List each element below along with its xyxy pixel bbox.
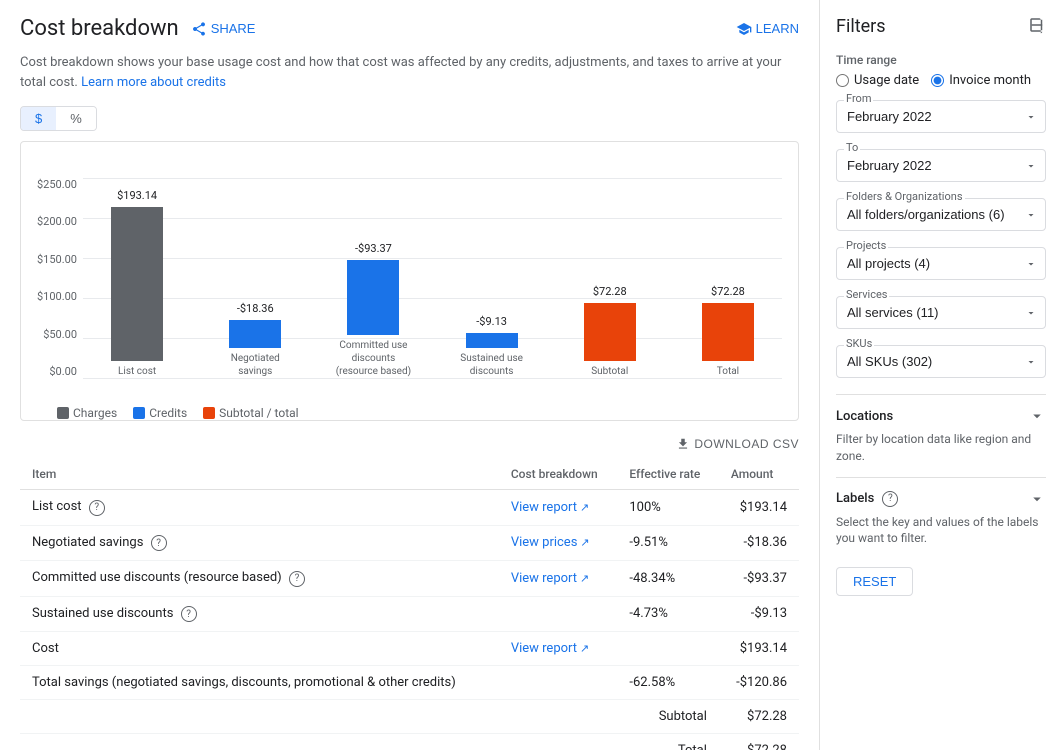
filters-title: Filters xyxy=(836,16,886,37)
header-left: Cost breakdown SHARE xyxy=(20,16,255,41)
view-report-link[interactable]: View report ↗ xyxy=(511,500,606,515)
time-range-section: Time range Usage date Invoice month From… xyxy=(836,53,1046,182)
labels-title: Labels xyxy=(836,491,874,506)
share-icon xyxy=(191,21,207,37)
table-row: Cost View report ↗ $193.14 xyxy=(20,632,799,666)
header: Cost breakdown SHARE LEARN xyxy=(20,16,799,41)
labels-section: Labels ? Select the key and values of th… xyxy=(836,477,1046,548)
from-wrapper: From February 2022 xyxy=(836,100,1046,133)
credits-link[interactable]: Learn more about credits xyxy=(81,75,226,90)
percent-toggle[interactable]: % xyxy=(56,107,96,130)
table-row: Total savings (negotiated savings, disco… xyxy=(20,666,799,700)
download-csv-button[interactable]: DOWNLOAD CSV xyxy=(676,437,799,451)
bar-committed: -$93.37 Committed use discounts (resourc… xyxy=(319,260,427,378)
to-select[interactable]: February 2022 xyxy=(836,149,1046,182)
table-row: Negotiated savings ? View prices ↗ -9.51… xyxy=(20,525,799,561)
learn-button[interactable]: LEARN xyxy=(736,21,799,37)
total-row: Total $72.28 xyxy=(20,734,799,750)
table-row: Sustained use discounts ? -4.73% -$9.13 xyxy=(20,596,799,632)
legend-charges: Charges xyxy=(57,406,117,420)
bar-list-cost: $193.14 List cost xyxy=(83,207,191,378)
toggle-group: $ % xyxy=(20,106,97,131)
bar-total: $72.28 Total xyxy=(674,303,782,378)
total-label: Total xyxy=(617,734,719,750)
share-label: SHARE xyxy=(211,21,256,36)
total-amount: $72.28 xyxy=(719,734,799,750)
external-link-icon: ↗ xyxy=(580,536,589,549)
locations-desc: Filter by location data like region and … xyxy=(836,431,1046,465)
col-breakdown: Cost breakdown xyxy=(499,459,618,490)
col-item: Item xyxy=(20,459,499,490)
services-label: Services xyxy=(844,288,889,301)
chart-inner: $193.14 List cost -$18.36 Negotiated sav… xyxy=(83,158,782,398)
download-icon xyxy=(676,437,690,451)
help-icon[interactable]: ? xyxy=(151,535,167,551)
bar-negotiated: -$18.36 Negotiated savings xyxy=(201,320,309,378)
chevron-down-icon xyxy=(1028,490,1046,508)
legend-subtotal: Subtotal / total xyxy=(203,406,298,420)
legend-credits: Credits xyxy=(133,406,187,420)
reset-button[interactable]: RESET xyxy=(836,567,913,596)
locations-title: Locations xyxy=(836,409,893,424)
help-icon[interactable]: ? xyxy=(289,571,305,587)
chart-area: $250.00 $200.00 $150.00 $100.00 $50.00 $… xyxy=(37,158,782,398)
subtotal-label: Subtotal xyxy=(617,700,719,734)
locations-section: Locations Filter by location data like r… xyxy=(836,394,1046,465)
y-axis: $250.00 $200.00 $150.00 $100.00 $50.00 $… xyxy=(37,178,83,378)
projects-wrapper: Projects All projects (4) xyxy=(836,247,1046,280)
dollar-toggle[interactable]: $ xyxy=(21,107,56,130)
learn-icon xyxy=(736,21,752,37)
download-row: DOWNLOAD CSV xyxy=(20,437,799,451)
from-label: From xyxy=(844,92,873,105)
view-report-link[interactable]: View report ↗ xyxy=(511,571,606,586)
col-amount: Amount xyxy=(719,459,799,490)
time-range-label: Time range xyxy=(836,53,1046,67)
table-row: List cost ? View report ↗ 100% $193.14 xyxy=(20,490,799,526)
external-link-icon: ↗ xyxy=(580,501,589,514)
view-report-link[interactable]: View report ↗ xyxy=(511,641,606,656)
table-row: Committed use discounts (resource based)… xyxy=(20,561,799,597)
skus-wrapper: SKUs All SKUs (302) xyxy=(836,345,1046,378)
filters-sidebar: Filters Time range Usage date Invoice mo… xyxy=(820,0,1062,750)
view-prices-link[interactable]: View prices ↗ xyxy=(511,535,606,550)
locations-header[interactable]: Locations xyxy=(836,407,1046,425)
collapse-icon xyxy=(1028,16,1046,34)
sidebar-header: Filters xyxy=(836,16,1046,37)
chart-container: $250.00 $200.00 $150.00 $100.00 $50.00 $… xyxy=(20,141,799,421)
share-button[interactable]: SHARE xyxy=(191,21,256,37)
bars-row: $193.14 List cost -$18.36 Negotiated sav… xyxy=(83,158,782,378)
subtotal-row: Subtotal $72.28 xyxy=(20,700,799,734)
help-icon[interactable]: ? xyxy=(181,606,197,622)
invoice-month-radio[interactable]: Invoice month xyxy=(931,73,1031,88)
services-wrapper: Services All services (11) xyxy=(836,296,1046,329)
to-label: To xyxy=(844,141,860,154)
page-title: Cost breakdown xyxy=(20,16,179,41)
main-content: Cost breakdown SHARE LEARN Cost breakdow… xyxy=(0,0,820,750)
external-link-icon: ↗ xyxy=(580,642,589,655)
collapse-sidebar-button[interactable] xyxy=(1028,16,1046,37)
to-wrapper: To February 2022 xyxy=(836,149,1046,182)
chart-legend: Charges Credits Subtotal / total xyxy=(37,406,782,420)
cost-table: Item Cost breakdown Effective rate Amoun… xyxy=(20,459,799,750)
folders-wrapper: Folders & Organizations All folders/orga… xyxy=(836,198,1046,231)
skus-label: SKUs xyxy=(844,337,874,350)
labels-desc: Select the key and values of the labels … xyxy=(836,514,1046,548)
bar-sustained: -$9.13 Sustained use discounts xyxy=(438,333,546,378)
usage-date-radio[interactable]: Usage date xyxy=(836,73,919,88)
subtotal-amount: $72.28 xyxy=(719,700,799,734)
description: Cost breakdown shows your base usage cos… xyxy=(20,53,799,92)
help-icon[interactable]: ? xyxy=(89,500,105,516)
folders-label: Folders & Organizations xyxy=(844,190,965,203)
external-link-icon: ↗ xyxy=(580,572,589,585)
chevron-down-icon xyxy=(1028,407,1046,425)
bar-subtotal: $72.28 Subtotal xyxy=(556,303,664,378)
labels-header[interactable]: Labels ? xyxy=(836,490,1046,508)
projects-label: Projects xyxy=(844,239,888,252)
labels-title-row: Labels ? xyxy=(836,491,898,507)
table-header-row: Item Cost breakdown Effective rate Amoun… xyxy=(20,459,799,490)
time-range-radio-group: Usage date Invoice month xyxy=(836,73,1046,88)
labels-help-icon[interactable]: ? xyxy=(882,491,898,507)
learn-label: LEARN xyxy=(756,21,799,36)
col-rate: Effective rate xyxy=(617,459,719,490)
